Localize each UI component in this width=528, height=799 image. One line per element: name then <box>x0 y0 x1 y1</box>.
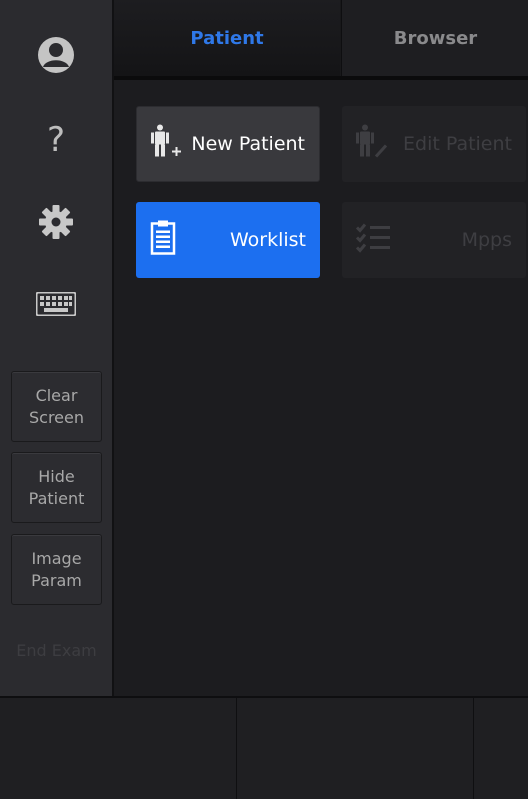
bottom-bar <box>0 696 528 799</box>
checklist-icon <box>354 222 394 259</box>
settings-gear-icon[interactable] <box>0 192 112 252</box>
help-icon[interactable]: ? <box>0 110 112 170</box>
mpps-button[interactable]: Mpps <box>342 202 526 278</box>
bottom-cell-2[interactable] <box>237 698 474 799</box>
end-exam-button[interactable]: End Exam <box>11 615 102 686</box>
bottom-cell-1[interactable] <box>0 698 237 799</box>
edit-patient-icon <box>354 122 394 167</box>
new-patient-label: New Patient <box>191 133 305 155</box>
app-window: ? Clear Screen Hide Patient Image Param … <box>0 0 528 799</box>
worklist-clipboard-icon <box>148 220 178 261</box>
bottom-cell-3[interactable] <box>474 698 528 799</box>
tab-browser[interactable]: Browser <box>341 0 528 76</box>
hide-patient-button[interactable]: Hide Patient <box>11 452 102 523</box>
keyboard-icon[interactable] <box>0 274 112 334</box>
new-patient-button[interactable]: New Patient <box>136 106 320 182</box>
tab-patient[interactable]: Patient <box>114 0 340 76</box>
worklist-label: Worklist <box>229 229 306 251</box>
worklist-button[interactable]: Worklist <box>136 202 320 278</box>
mpps-label: Mpps <box>461 229 512 251</box>
help-glyph: ? <box>46 120 66 160</box>
sidebar: ? Clear Screen Hide Patient Image Param … <box>0 0 114 696</box>
edit-patient-button[interactable]: Edit Patient <box>342 106 526 182</box>
user-icon[interactable] <box>0 25 112 85</box>
new-patient-icon <box>149 122 189 167</box>
clear-screen-button[interactable]: Clear Screen <box>11 371 102 442</box>
tab-bar: Patient Browser <box>114 0 528 80</box>
image-param-button[interactable]: Image Param <box>11 534 102 605</box>
edit-patient-label: Edit Patient <box>403 133 512 155</box>
